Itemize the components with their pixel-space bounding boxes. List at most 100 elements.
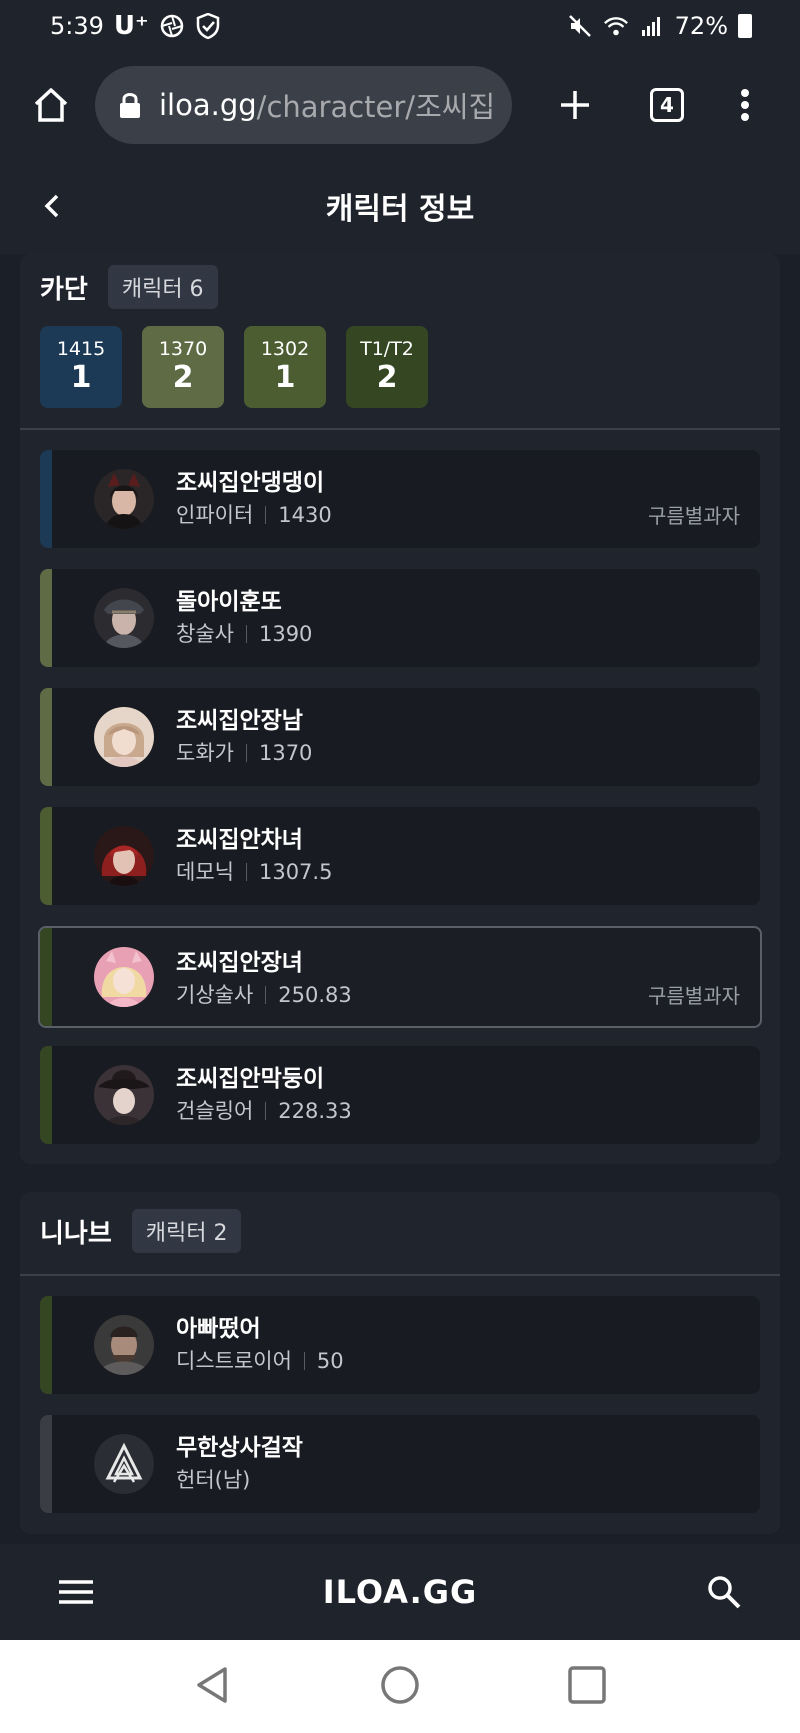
shield-check-icon xyxy=(195,13,221,39)
circle-home-icon xyxy=(381,1665,419,1704)
character-level: 228.33 xyxy=(278,1099,352,1123)
tier-count: 1 xyxy=(274,360,296,395)
character-meta: 기상술사 250.83 xyxy=(176,979,352,1011)
tier-label: 1370 xyxy=(158,338,208,360)
server-header: 니나브 캐릭터 2 xyxy=(20,1209,261,1253)
character-row[interactable]: 조씨집안장남 도화가 1370 xyxy=(40,688,760,786)
server-header: 카단 캐릭터 6 xyxy=(20,265,238,309)
character-info: 조씨집안막둥이 건슬링어 228.33 xyxy=(176,1063,352,1127)
square-recents-icon xyxy=(567,1665,606,1704)
plus-icon xyxy=(561,91,589,119)
character-row[interactable]: 조씨집안막둥이 건슬링어 228.33 xyxy=(40,1046,760,1144)
status-bar: 5:39 U⁺ 72% xyxy=(0,0,800,52)
class-emblem-icon xyxy=(94,1434,154,1494)
character-count-badge: 캐릭터 2 xyxy=(131,1209,242,1253)
character-name: 조씨집안차녀 xyxy=(176,827,303,853)
tier-count: 1 xyxy=(70,360,92,395)
tier-accent xyxy=(40,688,52,786)
character-row-selected[interactable]: 조씨집안장녀 기상술사 250.83 구름별과자 xyxy=(38,926,762,1028)
tier-box[interactable]: 1302 1 xyxy=(244,326,326,408)
page-title: 캐릭터 정보 xyxy=(325,192,475,227)
character-level: 250.83 xyxy=(278,983,352,1007)
character-name: 조씨집안장남 xyxy=(176,708,303,734)
hamburger-menu-icon xyxy=(59,1580,93,1604)
lock-icon xyxy=(119,91,141,119)
character-info: 아빠떴어 디스트로이어 50 xyxy=(176,1313,344,1377)
mute-icon xyxy=(567,13,593,39)
battery-percent: 72% xyxy=(674,12,728,40)
tier-accent xyxy=(40,569,52,667)
server-name: 카단 xyxy=(40,274,88,305)
character-avatar xyxy=(94,707,154,767)
tab-switcher-button[interactable]: 4 xyxy=(642,80,692,130)
new-tab-button[interactable] xyxy=(550,80,600,130)
character-row[interactable]: 조씨집안댕댕이 인파이터 1430 구름별과자 xyxy=(40,450,760,548)
meta-separator xyxy=(245,863,247,881)
character-avatar xyxy=(94,1065,154,1125)
character-level: 1390 xyxy=(258,622,313,646)
search-button[interactable] xyxy=(704,1572,744,1612)
more-vertical-icon xyxy=(741,89,749,121)
browser-toolbar: iloa.gg/character/조씨집 4 xyxy=(0,52,800,158)
tier-label: T1/T2 xyxy=(360,338,414,360)
character-info: 조씨집안댕댕이 인파이터 1430 xyxy=(176,467,332,531)
tab-count: 4 xyxy=(650,88,684,122)
tier-box[interactable]: 1370 2 xyxy=(142,326,224,408)
tier-label: 1415 xyxy=(56,338,106,360)
tier-box[interactable]: 1415 1 xyxy=(40,326,122,408)
character-class: 인파이터 xyxy=(176,503,254,527)
tier-accent xyxy=(40,1046,52,1144)
server-card-kadan: 카단 캐릭터 6 1415 1 1370 2 1302 1 T1/T2 2 조씨… xyxy=(20,254,780,1164)
character-level: 1307.5 xyxy=(258,860,333,884)
server-card-ninav: 니나브 캐릭터 2 아빠떴어 디스트로이어 50 무한상사걸작 헌터(남) xyxy=(20,1192,780,1534)
nav-back-button[interactable] xyxy=(193,1665,233,1709)
character-info: 조씨집안차녀 데모닉 1307.5 xyxy=(176,824,332,888)
character-avatar xyxy=(94,1434,154,1494)
meta-separator xyxy=(245,625,247,643)
character-class: 헌터(남) xyxy=(176,1468,251,1492)
character-class: 기상술사 xyxy=(176,983,254,1007)
character-row[interactable]: 조씨집안차녀 데모닉 1307.5 xyxy=(40,807,760,905)
tier-label: 1302 xyxy=(260,338,310,360)
site-logo[interactable]: ILOA.GG xyxy=(323,1573,478,1611)
bottom-app-bar: ILOA.GG xyxy=(0,1544,800,1640)
character-info: 돌아이훈또 창술사 1390 xyxy=(176,586,312,650)
url-bar[interactable]: iloa.gg/character/조씨집 xyxy=(95,66,512,144)
character-row[interactable]: 돌아이훈또 창술사 1390 xyxy=(40,569,760,667)
home-button[interactable] xyxy=(26,80,76,130)
tier-box[interactable]: T1/T2 2 xyxy=(346,326,428,408)
character-meta: 인파이터 1430 xyxy=(176,499,332,531)
menu-button[interactable] xyxy=(56,1574,96,1610)
character-level: 50 xyxy=(316,1349,344,1373)
character-name: 조씨집안막둥이 xyxy=(176,1066,325,1092)
tier-count: 2 xyxy=(172,360,194,395)
character-meta: 창술사 1390 xyxy=(176,618,312,650)
character-avatar xyxy=(94,947,154,1007)
character-name: 무한상사걸작 xyxy=(176,1435,303,1461)
meta-separator xyxy=(303,1352,305,1370)
search-icon xyxy=(708,1576,741,1609)
signal-icon xyxy=(639,13,665,39)
status-right: 72% xyxy=(567,12,752,40)
nav-recents-button[interactable] xyxy=(567,1665,607,1709)
nav-home-button[interactable] xyxy=(380,1665,420,1709)
character-level: 1430 xyxy=(278,503,332,527)
back-button[interactable] xyxy=(34,188,70,224)
character-meta: 건슬링어 228.33 xyxy=(176,1095,352,1127)
meta-separator xyxy=(265,506,267,524)
browser-menu-button[interactable] xyxy=(722,80,768,130)
status-left: 5:39 U⁺ xyxy=(50,11,221,41)
carrier-label: U⁺ xyxy=(113,11,149,41)
system-nav-bar xyxy=(0,1640,800,1733)
aperture-icon xyxy=(159,13,185,39)
character-row[interactable]: 아빠떴어 디스트로이어 50 xyxy=(40,1296,760,1394)
character-row[interactable]: 무한상사걸작 헌터(남) xyxy=(40,1415,760,1513)
tier-summary: 1415 1 1370 2 1302 1 T1/T2 2 xyxy=(20,326,448,408)
character-info: 조씨집안장남 도화가 1370 xyxy=(176,705,312,769)
character-meta: 데모닉 1307.5 xyxy=(176,856,332,888)
wifi-icon xyxy=(603,13,629,39)
tier-accent xyxy=(40,928,52,1026)
character-avatar xyxy=(94,469,154,529)
character-name: 아빠떴어 xyxy=(176,1316,261,1342)
character-meta: 도화가 1370 xyxy=(176,737,312,769)
